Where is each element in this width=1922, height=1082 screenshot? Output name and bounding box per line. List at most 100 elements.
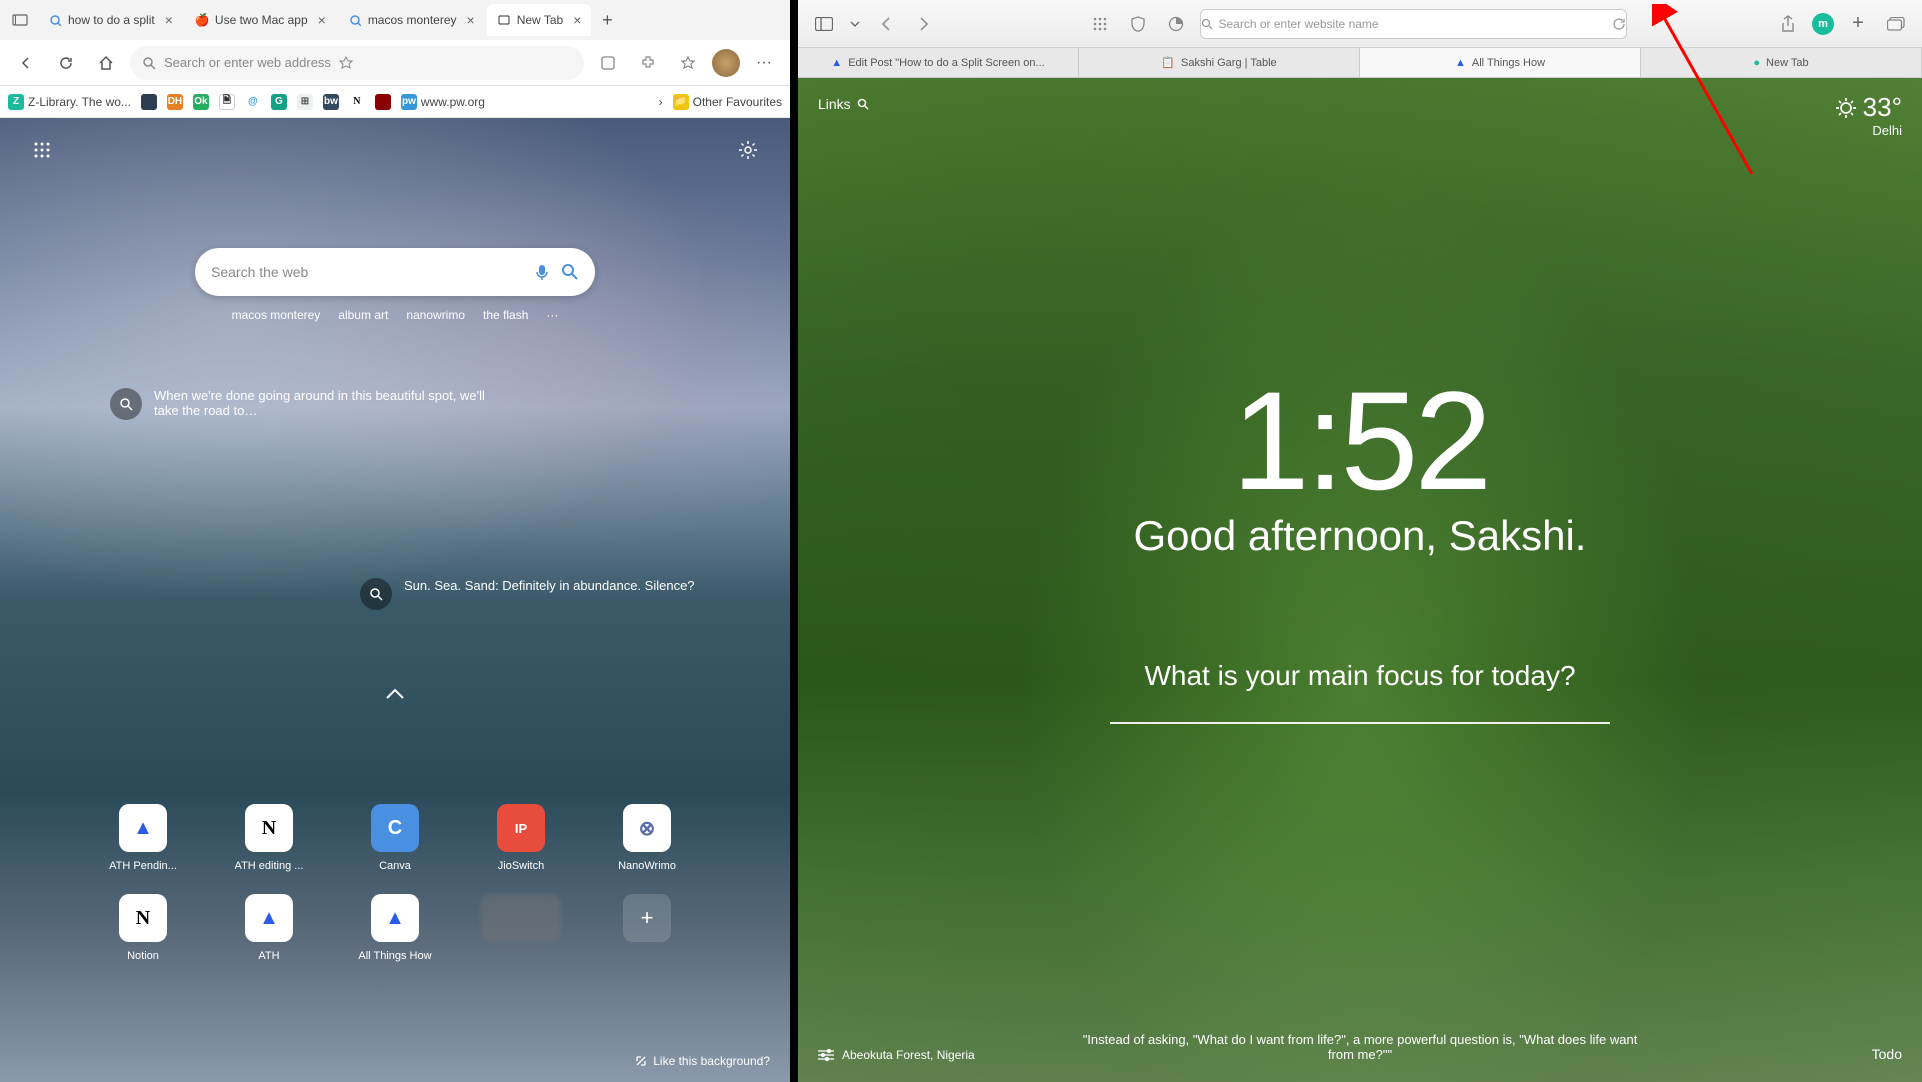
close-icon[interactable]: × (467, 12, 475, 28)
ql-ath-pending[interactable]: ▲ATH Pendin... (90, 804, 196, 872)
tab-actions-icon[interactable] (4, 4, 36, 36)
trending-more[interactable]: ··· (546, 308, 558, 322)
ql-blurred[interactable] (468, 894, 574, 962)
collections-icon[interactable] (592, 47, 624, 79)
ql-jioswitch[interactable]: IPJioSwitch (468, 804, 574, 872)
tab-overview-icon[interactable] (1882, 10, 1910, 38)
bookmark-4[interactable]: 🗎 (219, 94, 235, 110)
start-page-icon[interactable] (1086, 10, 1114, 38)
momentum-links[interactable]: Links (818, 96, 869, 112)
chevron-down-icon[interactable] (848, 10, 862, 38)
privacy-report-icon[interactable] (1162, 10, 1190, 38)
bookmark-9[interactable]: N (349, 94, 365, 110)
favorite-star-icon[interactable] (339, 56, 353, 70)
bookmark-1[interactable] (141, 94, 157, 110)
search-placeholder: Search the web (211, 264, 523, 280)
forward-button[interactable] (910, 10, 938, 38)
trending-1[interactable]: album art (338, 308, 388, 322)
shield-icon[interactable] (1124, 10, 1152, 38)
extensions-icon[interactable] (632, 47, 664, 79)
momentum-weather[interactable]: 33° Delhi (1835, 92, 1902, 138)
bookmark-7[interactable]: ⊞ (297, 94, 313, 110)
ql-allthingshow[interactable]: ▲All Things How (342, 894, 448, 962)
close-icon[interactable]: × (165, 12, 173, 28)
bookmark-6[interactable]: G (271, 94, 287, 110)
trending-searches: macos monterey album art nanowrimo the f… (232, 308, 559, 322)
new-tab-button[interactable]: + (1844, 10, 1872, 38)
ql-add[interactable]: + (594, 894, 700, 962)
focus-label: What is your main focus for today? (1110, 660, 1610, 692)
bookmarks-bar: ZZ-Library. The wo... DH Ok 🗎 @ G ⊞ bw N… (0, 86, 790, 118)
search-icon (360, 578, 392, 610)
safari-address-bar[interactable]: Search or enter website name (1200, 9, 1627, 39)
edge-tab-1[interactable]: 🍎Use two Mac app× (185, 4, 336, 36)
trending-3[interactable]: the flash (483, 308, 528, 322)
ql-notion[interactable]: NNotion (90, 894, 196, 962)
tab-label: macos monterey (368, 13, 457, 27)
bookmark-3[interactable]: Ok (193, 94, 209, 110)
reload-icon[interactable] (1612, 17, 1626, 31)
close-icon[interactable]: × (573, 12, 581, 28)
menu-button[interactable]: ··· (748, 47, 780, 79)
edge-tab-2[interactable]: macos monterey × (338, 4, 485, 36)
ql-canva[interactable]: CCanva (342, 804, 448, 872)
share-icon[interactable] (1774, 10, 1802, 38)
tab-label: Use two Mac app (215, 13, 308, 27)
split-divider[interactable] (790, 0, 798, 1082)
new-tab-button[interactable]: + (593, 6, 621, 34)
momentum-focus[interactable]: What is your main focus for today? (1110, 660, 1610, 724)
refresh-button[interactable] (50, 47, 82, 79)
ql-ath[interactable]: ▲ATH (216, 894, 322, 962)
apps-grid-icon[interactable] (30, 138, 54, 162)
trending-2[interactable]: nanowrimo (406, 308, 465, 322)
edge-tab-3[interactable]: New Tab × (487, 4, 592, 36)
favorites-icon[interactable] (672, 47, 704, 79)
sun-icon (1835, 97, 1857, 119)
safari-tab-0[interactable]: ▲Edit Post "How to do a Split Screen on.… (798, 48, 1079, 77)
bookmark-11[interactable]: pwwww.pw.org (401, 94, 485, 110)
chevron-up-icon[interactable] (385, 688, 405, 700)
momentum-photo-location[interactable]: Abeokuta Forest, Nigeria (818, 1048, 975, 1062)
back-button[interactable] (10, 47, 42, 79)
momentum-todo[interactable]: Todo (1872, 1046, 1902, 1062)
news-card-1[interactable]: When we're done going around in this bea… (110, 388, 490, 420)
bookmark-0[interactable]: ZZ-Library. The wo... (8, 94, 131, 110)
sidebar-icon[interactable] (810, 10, 838, 38)
greeting: Good afternoon, Sakshi. (798, 512, 1922, 560)
bookmark-8[interactable]: bw (323, 94, 339, 110)
home-button[interactable] (90, 47, 122, 79)
safari-tab-1[interactable]: 📋Sakshi Garg | Table (1079, 48, 1360, 77)
edge-browser-window: how to do a split× 🍎Use two Mac app× mac… (0, 0, 790, 1082)
safari-toolbar: Search or enter website name m + (798, 0, 1922, 48)
like-background-link[interactable]: Like this background? (635, 1054, 770, 1068)
search-icon (1201, 18, 1213, 30)
settings-gear-icon[interactable] (736, 138, 760, 162)
mic-icon[interactable] (533, 263, 551, 281)
edge-tab-strip: how to do a split× 🍎Use two Mac app× mac… (0, 0, 790, 40)
address-bar[interactable]: Search or enter web address (130, 46, 584, 80)
search-icon[interactable] (561, 263, 579, 281)
safari-tab-3[interactable]: ●New Tab (1641, 48, 1922, 77)
weather-location: Delhi (1835, 123, 1902, 138)
close-icon[interactable]: × (318, 12, 326, 28)
edge-tab-0[interactable]: how to do a split× (38, 4, 183, 36)
safari-tab-2[interactable]: ▲All Things How (1360, 48, 1641, 77)
bookmark-5[interactable]: @ (245, 94, 261, 110)
back-button[interactable] (872, 10, 900, 38)
bookmark-10[interactable] (375, 94, 391, 110)
ql-ath-editing[interactable]: NATH editing ... (216, 804, 322, 872)
ql-nanowrimo[interactable]: ⊗NanoWrimo (594, 804, 700, 872)
ntp-search-box[interactable]: Search the web (195, 248, 595, 296)
focus-input-line[interactable] (1110, 722, 1610, 724)
profile-avatar[interactable]: m (1812, 13, 1834, 35)
profile-avatar[interactable] (712, 49, 740, 77)
other-favorites[interactable]: 📁Other Favourites (673, 94, 782, 110)
bookmark-2[interactable]: DH (167, 94, 183, 110)
chevron-right-icon[interactable]: › (659, 95, 663, 109)
search-icon (857, 98, 869, 110)
tab-label: New Tab (517, 13, 563, 27)
expand-icon (635, 1055, 647, 1067)
news-card-2[interactable]: Sun. Sea. Sand: Definitely in abundance.… (360, 578, 695, 610)
trending-0[interactable]: macos monterey (232, 308, 321, 322)
settings-sliders-icon (818, 1048, 834, 1062)
